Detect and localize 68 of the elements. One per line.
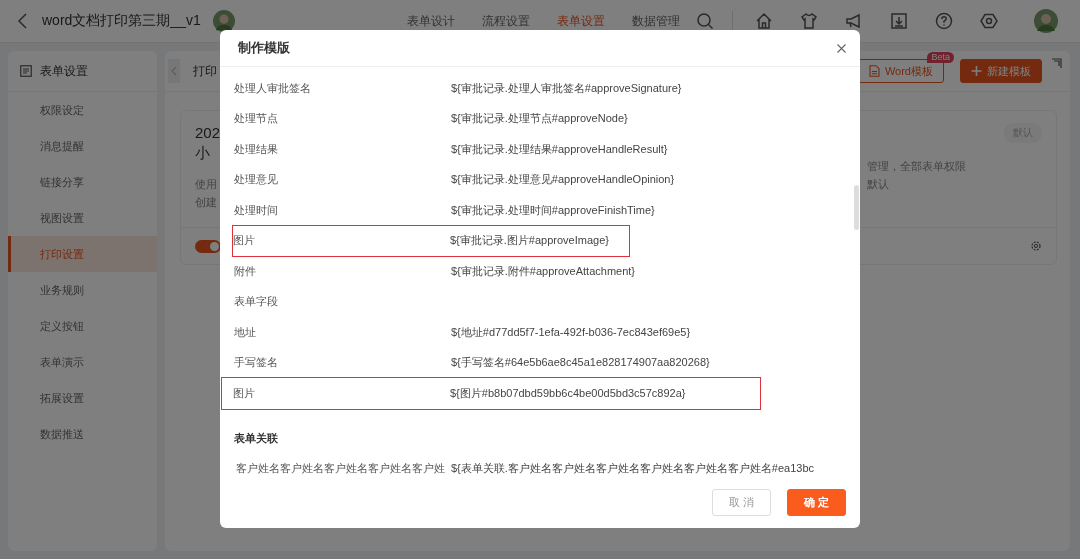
field-label: 处理意见 — [234, 172, 279, 188]
field-label: 地址 — [234, 324, 257, 340]
sidebar-item[interactable]: 消息提醒 — [8, 128, 157, 164]
scrollbar-thumb[interactable] — [854, 185, 859, 230]
card-title: 202 — [195, 123, 221, 143]
field-label: 处理时间 — [234, 202, 279, 218]
sidebar-item[interactable]: 视图设置 — [8, 200, 157, 236]
sidebar-item[interactable]: 定义按钮 — [8, 308, 157, 344]
sidebar-item[interactable]: 数据推送 — [8, 416, 157, 452]
placeholder-code: ${图片#b8b07dbd59bb6c4be00d5bd3c57c892a} — [450, 385, 686, 401]
placeholder-code: ${审批记录.图片#approveImage} — [450, 233, 609, 249]
sidebar-item[interactable]: 拓展设置 — [8, 380, 157, 416]
section-heading: 表单关联 — [234, 430, 279, 446]
beta-badge: Beta — [927, 52, 954, 63]
nav-tab[interactable]: 表单设计 — [407, 12, 455, 30]
download-icon[interactable] — [890, 12, 908, 30]
page-title: 打印 — [193, 62, 217, 80]
field-label: 处理结果 — [234, 141, 279, 157]
home-icon[interactable] — [755, 12, 773, 30]
placeholder-code: ${表单关联.客户姓名客户姓名客户姓名客户姓名客户姓名客户姓名#ea13bc — [451, 461, 815, 477]
avatar[interactable] — [1034, 9, 1058, 33]
megaphone-icon[interactable] — [845, 12, 863, 30]
document-icon — [868, 65, 880, 77]
placeholder-code: ${审批记录.处理人审批签名#approveSignature} — [451, 80, 682, 96]
placeholder-code: ${审批记录.处理结果#approveHandleResult} — [451, 141, 668, 157]
toggle-switch[interactable] — [195, 239, 221, 253]
sidebar-item[interactable]: 打印设置 — [8, 236, 157, 272]
placeholder-code: ${审批记录.处理时间#approveFinishTime} — [451, 202, 655, 218]
field-label: 手写签名 — [234, 355, 279, 371]
app-title: word文档打印第三期__v1 — [42, 12, 201, 30]
dialog-title: 制作模版 — [238, 39, 290, 57]
plus-icon — [971, 65, 982, 77]
nav-tab[interactable]: 表单设置 — [557, 12, 605, 30]
field-label: 处理人审批签名 — [234, 80, 312, 96]
back-icon[interactable] — [16, 13, 28, 29]
field-label: 附件 — [234, 263, 257, 279]
sidebar-item[interactable]: 表单演示 — [8, 344, 157, 380]
field-label: 图片 — [233, 233, 256, 249]
settings-icon[interactable] — [1030, 240, 1042, 252]
sidebar-title: 表单设置 — [40, 62, 88, 80]
confirm-button[interactable]: 确 定 — [787, 489, 846, 516]
card-description: 创建 — [195, 195, 218, 210]
field-label: 处理节点 — [234, 111, 279, 127]
field-label: 图片 — [233, 385, 256, 401]
help-icon[interactable] — [935, 12, 953, 30]
settings-icon[interactable] — [980, 12, 998, 30]
nav-tab[interactable]: 数据管理 — [632, 12, 680, 30]
card-subtitle: 小 — [195, 143, 211, 163]
sidebar-item[interactable]: 链接分享 — [8, 164, 157, 200]
corner-icon[interactable] — [1052, 58, 1062, 68]
placeholder-code: ${审批记录.附件#approveAttachment} — [451, 263, 636, 279]
nav-tab[interactable]: 流程设置 — [482, 12, 530, 30]
placeholder-code: ${审批记录.处理节点#approveNode} — [451, 111, 628, 127]
cancel-button[interactable]: 取 消 — [712, 489, 771, 516]
placeholder-code: ${手写签名#64e5b6ae8c45a1e828174907aa820268} — [451, 355, 710, 371]
placeholder-code: ${地址#d77dd5f7-1efa-492f-b036-7ec843ef69e5} — [451, 324, 691, 340]
field-label: 客户姓名客户姓名客户姓名客户姓名客户姓 — [235, 461, 446, 477]
placeholder-code: ${审批记录.处理意见#approveHandleOpinion} — [451, 172, 675, 188]
close-icon[interactable] — [837, 43, 846, 53]
avatar — [212, 10, 235, 32]
shirt-icon[interactable] — [800, 12, 818, 30]
sidebar-item[interactable]: 业务规则 — [8, 272, 157, 308]
new-template-button[interactable]: 新建模板 — [960, 59, 1042, 83]
sidebar-item[interactable]: 权限设定 — [8, 92, 157, 128]
word-template-button[interactable]: Word模板 — [857, 59, 944, 83]
search-icon[interactable] — [696, 12, 714, 30]
form-icon — [20, 65, 32, 77]
group-label: 表单字段 — [234, 294, 279, 310]
